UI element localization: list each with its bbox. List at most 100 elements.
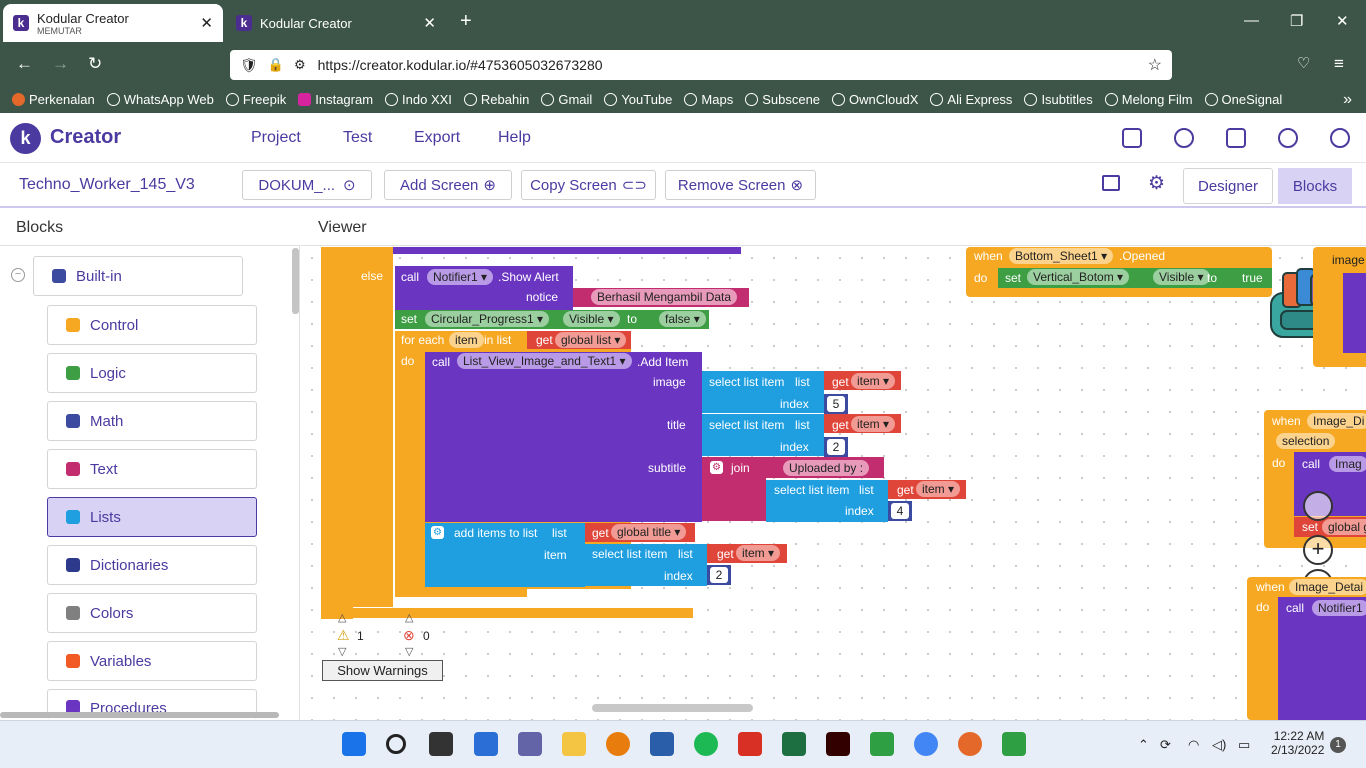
menu-help[interactable]: Help <box>498 129 531 147</box>
bookmark-item[interactable]: Rebahin <box>463 92 529 107</box>
drawer-variables[interactable]: Variables <box>47 641 257 681</box>
boolean-dropdown[interactable]: false ▾ <box>659 311 706 327</box>
battery-icon[interactable]: ▭ <box>1238 737 1250 753</box>
new-tab-button[interactable]: + <box>460 10 472 33</box>
close-window-icon[interactable]: ✕ <box>1336 12 1349 30</box>
add-screen-button[interactable]: Add Screen ⊕ <box>384 170 512 200</box>
component-dropdown[interactable]: Bottom_Sheet1 ▾ <box>1009 248 1114 264</box>
tab-kodular-2[interactable]: k Kodular Creator ✕ <box>226 4 446 42</box>
text-value[interactable]: Uploaded by : <box>783 460 870 476</box>
pocket-icon[interactable]: ♡ <box>1297 54 1310 72</box>
tab-kodular-1[interactable]: k Kodular Creator MEMUTAR ✕ <box>3 4 223 42</box>
start-icon[interactable] <box>342 732 366 756</box>
component-dropdown[interactable]: Image_Di <box>1307 413 1366 429</box>
notice-text[interactable]: Berhasil Mengambil Data <box>591 289 738 305</box>
true-value[interactable]: true <box>1242 271 1263 285</box>
variable-dropdown[interactable]: item ▾ <box>851 416 896 432</box>
illustrator-icon[interactable] <box>826 732 850 756</box>
builtin-drawer[interactable]: Built-in <box>33 256 243 296</box>
bookmark-item[interactable]: Maps <box>684 92 733 107</box>
chat-icon[interactable] <box>518 732 542 756</box>
restore-icon[interactable]: ❐ <box>1290 12 1303 30</box>
bookmark-item[interactable]: WhatsApp Web <box>106 92 214 107</box>
minimize-icon[interactable]: — <box>1244 12 1259 29</box>
notification-badge[interactable]: 1 <box>1330 737 1346 753</box>
app-icon[interactable] <box>870 732 894 756</box>
workspace-h-scrollbar[interactable] <box>592 704 753 712</box>
gear-icon[interactable]: ⚙ <box>1148 172 1165 195</box>
app-icon[interactable] <box>1002 732 1026 756</box>
event-block-body[interactable] <box>321 247 353 619</box>
item-variable[interactable]: item <box>449 332 484 348</box>
drawer-math[interactable]: Math <box>47 401 257 441</box>
blocks-button[interactable]: Blocks <box>1278 168 1352 204</box>
menu-project[interactable]: Project <box>251 129 301 147</box>
bookmark-item[interactable]: Gmail <box>541 92 592 107</box>
bookmark-item[interactable]: OneSignal <box>1204 92 1282 107</box>
notepad-icon[interactable] <box>650 732 674 756</box>
variable-dropdown[interactable]: global list ▾ <box>555 332 627 348</box>
gallery-icon[interactable] <box>1102 175 1120 191</box>
dollar-icon[interactable] <box>1278 128 1298 148</box>
search-icon[interactable] <box>386 734 406 754</box>
docs-icon[interactable] <box>1226 128 1246 148</box>
folder-icon[interactable] <box>1122 128 1142 148</box>
drawer-control[interactable]: Control <box>47 305 257 345</box>
bookmark-item[interactable]: Isubtitles <box>1024 92 1093 107</box>
drawer-text[interactable]: Text <box>47 449 257 489</box>
close-tab-icon[interactable]: ✕ <box>423 14 436 32</box>
kodular-logo-icon[interactable]: k <box>10 123 41 154</box>
component-dropdown[interactable]: Circular_Progress1 ▾ <box>425 311 550 327</box>
component-dropdown[interactable]: Imag <box>1329 456 1366 472</box>
url-bar[interactable]: 🛡 🔒 ⚙ https://creator.kodular.io/#475360… <box>230 50 1172 80</box>
listview-dropdown[interactable]: List_View_Image_and_Text1 ▾ <box>457 353 632 369</box>
component-dropdown[interactable]: Image_Detai <box>1289 579 1366 595</box>
task-view-icon[interactable] <box>429 732 453 756</box>
bookmark-item[interactable]: Perkenalan <box>12 92 95 107</box>
errors-up-icon[interactable]: △ <box>405 611 413 624</box>
excel-icon[interactable] <box>782 732 806 756</box>
wifi-icon[interactable]: ◠ <box>1188 737 1199 753</box>
errors-down-icon[interactable]: ▽ <box>405 645 413 658</box>
component-dropdown[interactable]: Vertical_Botom ▾ <box>1027 269 1130 285</box>
widgets-icon[interactable] <box>474 732 498 756</box>
drawer-colors[interactable]: Colors <box>47 593 257 633</box>
tray-chevron-icon[interactable]: ⌃ <box>1138 737 1149 753</box>
zoom-in-icon[interactable]: + <box>1303 535 1333 565</box>
warnings-up-icon[interactable]: △ <box>338 611 346 624</box>
drawer-logic[interactable]: Logic <box>47 353 257 393</box>
bookmark-item[interactable]: OwnCloudX <box>832 92 918 107</box>
variable-dropdown[interactable]: item ▾ <box>736 545 781 561</box>
index-value[interactable]: 5 <box>827 396 845 412</box>
palette-icon[interactable] <box>1174 128 1194 148</box>
clock[interactable]: 12:22 AM 2/13/2022 <box>1271 729 1324 757</box>
property-dropdown[interactable]: Visible ▾ <box>563 311 620 327</box>
collapse-icon[interactable]: − <box>11 268 25 282</box>
sketchup-icon[interactable] <box>738 732 762 756</box>
menu-export[interactable]: Export <box>414 129 460 147</box>
mutator-gear-icon[interactable]: ⚙ <box>431 526 444 539</box>
firefox-icon[interactable] <box>958 732 982 756</box>
bookmark-item[interactable]: Freepik <box>225 92 286 107</box>
copy-screen-button[interactable]: Copy Screen ⊂⊃ <box>521 170 656 200</box>
forward-icon[interactable]: → <box>52 54 69 74</box>
drawer-lists[interactable]: Lists <box>47 497 257 537</box>
bookmark-item[interactable]: Instagram <box>298 92 373 107</box>
bookmark-item[interactable]: Ali Express <box>930 92 1012 107</box>
screen-selector[interactable]: DOKUM_... ⊙ <box>242 170 372 200</box>
account-icon[interactable] <box>1330 128 1350 148</box>
variable-dropdown[interactable]: item ▾ <box>916 481 961 497</box>
panel-scrollbar[interactable] <box>292 248 299 314</box>
index-value[interactable]: 2 <box>827 439 845 455</box>
blocks-workspace[interactable]: else call Notifier1 ▾ .Show Alert notice… <box>301 247 1366 720</box>
panel-h-scrollbar[interactable] <box>0 712 279 718</box>
back-icon[interactable]: ← <box>16 54 33 74</box>
index-value[interactable]: 2 <box>710 567 728 583</box>
index-value[interactable]: 4 <box>891 503 909 519</box>
variable-dropdown[interactable]: global g <box>1322 519 1366 535</box>
if-else-block[interactable] <box>353 247 393 607</box>
drawer-dictionaries[interactable]: Dictionaries <box>47 545 257 585</box>
star-icon[interactable]: ☆ <box>1148 55 1162 75</box>
spotify-icon[interactable] <box>694 732 718 756</box>
permissions-icon[interactable]: ⚙ <box>294 57 306 73</box>
